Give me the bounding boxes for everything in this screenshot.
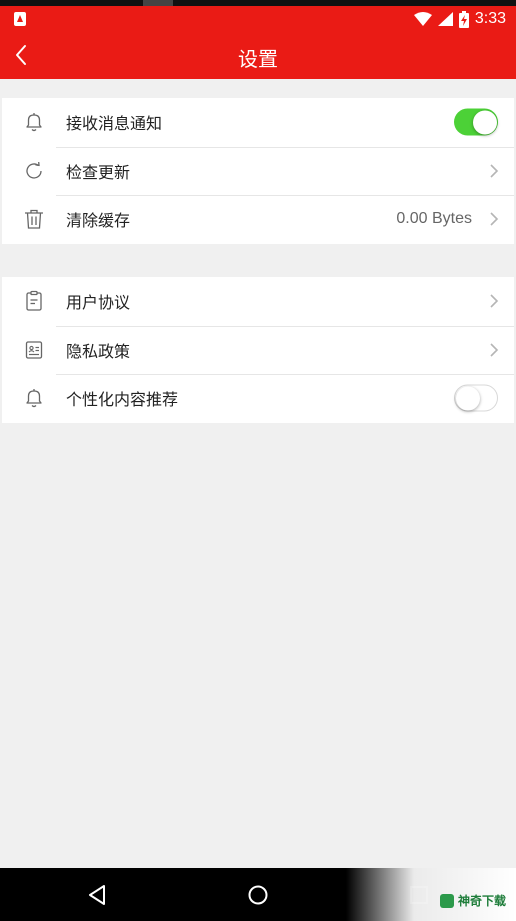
row-clear-cache[interactable]: 清除缓存 0.00 Bytes bbox=[2, 195, 514, 244]
watermark-label: 神奇下载 bbox=[439, 892, 506, 909]
chevron-right-icon bbox=[490, 343, 499, 357]
id-card-icon bbox=[22, 338, 46, 362]
wifi-icon bbox=[413, 12, 432, 26]
nav-back-button[interactable] bbox=[82, 880, 112, 910]
cache-size-value: 0.00 Bytes bbox=[396, 210, 472, 228]
page-title: 设置 bbox=[238, 47, 278, 71]
settings-group-general: 接收消息通知 检查更新 清除缓存 0.00 Bytes bbox=[2, 98, 514, 244]
chevron-right-icon bbox=[490, 164, 499, 178]
app-notification-icon bbox=[14, 12, 26, 26]
status-icons: 3:33 bbox=[413, 9, 506, 29]
watermark: 神奇下载 bbox=[346, 868, 516, 921]
nav-back-icon bbox=[89, 885, 105, 905]
row-label: 清除缓存 bbox=[66, 211, 131, 231]
row-privacy-policy[interactable]: 隐私政策 bbox=[2, 325, 514, 375]
bell-icon bbox=[22, 110, 46, 134]
row-label: 用户协议 bbox=[66, 293, 131, 313]
system-nav-bar: 神奇下载 bbox=[0, 868, 516, 921]
chevron-right-icon bbox=[490, 212, 499, 226]
watermark-text: 神奇下载 bbox=[457, 894, 506, 908]
trash-icon bbox=[22, 207, 46, 231]
row-user-agreement[interactable]: 用户协议 bbox=[2, 277, 514, 326]
notifications-toggle[interactable] bbox=[454, 108, 498, 136]
nav-home-icon bbox=[248, 885, 268, 905]
settings-screen: 3:33 设置 接收消息通知 检查更新 清除缓存 0.00 Bytes 用户协议… bbox=[0, 0, 516, 921]
settings-group-legal: 用户协议 隐私政策 个性化内容推荐 bbox=[2, 277, 514, 423]
row-label: 隐私政策 bbox=[66, 341, 131, 361]
personalized-toggle[interactable] bbox=[454, 384, 498, 412]
toggle-knob bbox=[456, 386, 480, 411]
status-time: 3:33 bbox=[474, 10, 506, 27]
signal-icon bbox=[437, 12, 453, 26]
clipboard-icon bbox=[22, 289, 46, 313]
row-label: 个性化内容推荐 bbox=[66, 390, 179, 410]
row-label: 检查更新 bbox=[66, 162, 131, 182]
row-receive-notifications: 接收消息通知 bbox=[2, 98, 514, 147]
chevron-right-icon bbox=[490, 294, 499, 308]
refresh-icon bbox=[22, 159, 46, 183]
app-bar: 设置 bbox=[0, 32, 516, 79]
watermark-logo-icon bbox=[439, 893, 454, 908]
row-label: 接收消息通知 bbox=[66, 114, 163, 134]
battery-charging-icon bbox=[458, 10, 469, 28]
nav-home-button[interactable] bbox=[243, 880, 273, 910]
row-check-update[interactable]: 检查更新 bbox=[2, 146, 514, 196]
toggle-knob bbox=[472, 110, 497, 135]
row-personalized-recommendations: 个性化内容推荐 bbox=[2, 374, 514, 423]
status-bar: 3:33 bbox=[0, 6, 516, 32]
bell-icon bbox=[22, 386, 46, 410]
